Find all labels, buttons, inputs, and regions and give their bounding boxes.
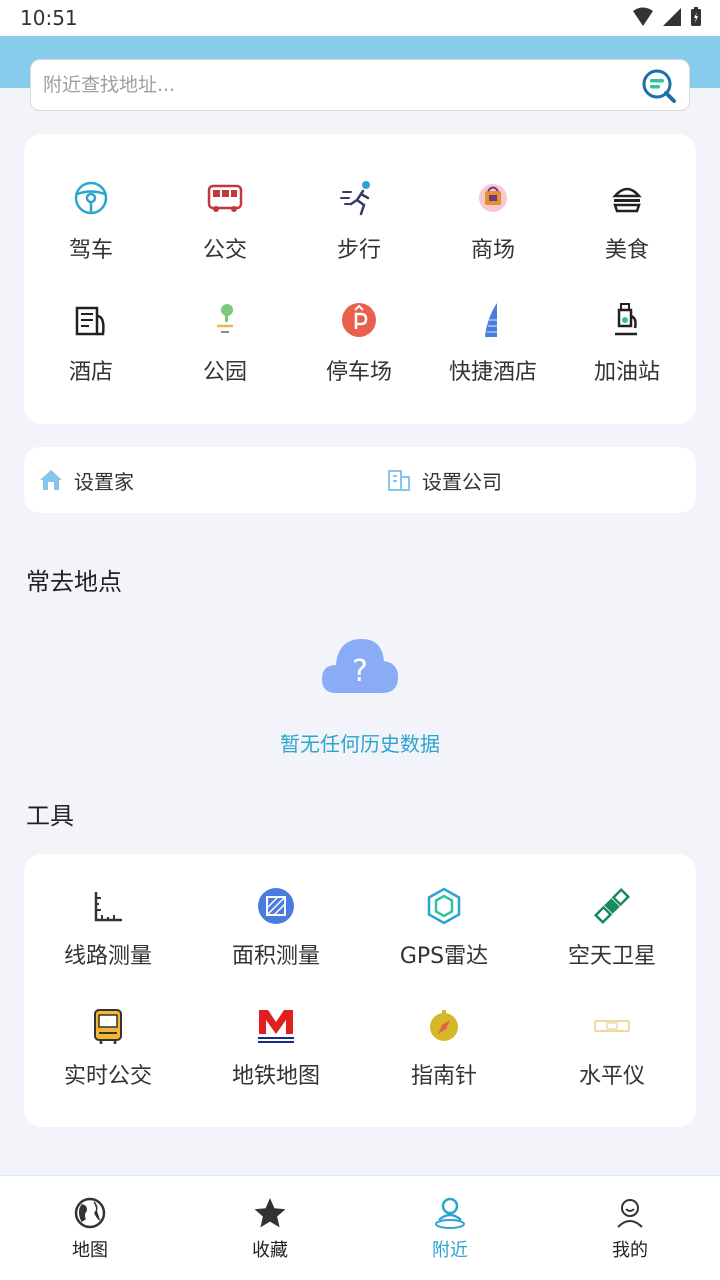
tower-hotel-icon (485, 303, 497, 337)
tool-realtime-bus[interactable]: 实时公交 (24, 1006, 192, 1090)
category-label: 加油站 (593, 360, 660, 385)
category-hotel[interactable]: 酒店 (24, 300, 158, 386)
set-home-button[interactable]: 设置家 (38, 447, 134, 513)
tool-label: 指南针 (410, 1064, 477, 1089)
set-home-label: 设置家 (74, 469, 134, 494)
gas-station-icon (615, 303, 637, 336)
category-label: 商场 (470, 238, 515, 263)
category-label: 停车场 (325, 360, 392, 385)
realtime-bus-icon (94, 1009, 122, 1044)
nav-map[interactable]: 地图 (0, 1176, 180, 1280)
bus-icon (207, 184, 243, 212)
tool-route-measure[interactable]: 线路测量 (24, 886, 192, 970)
nav-nearby[interactable]: 附近 (360, 1176, 540, 1280)
star-icon (254, 1198, 286, 1228)
category-express-hotel[interactable]: 快捷酒店 (426, 300, 560, 386)
category-label: 公园 (202, 360, 247, 385)
empty-cloud-icon: ? (322, 639, 398, 693)
park-icon (217, 304, 233, 333)
category-gas-station[interactable]: 加油站 (560, 300, 694, 386)
tool-area-measure[interactable]: 面积测量 (192, 886, 360, 970)
area-measure-icon (258, 888, 294, 924)
walking-icon (340, 181, 370, 216)
hotel-icon (75, 306, 105, 336)
category-label: 驾车 (68, 238, 113, 263)
profile-icon (617, 1199, 643, 1228)
frequent-places-title: 常去地点 (26, 568, 122, 596)
tools-title: 工具 (26, 802, 74, 830)
category-label: 酒店 (68, 360, 113, 385)
wifi-icon (633, 7, 653, 26)
search-input[interactable] (43, 60, 633, 109)
tool-label: 面积测量 (231, 944, 320, 969)
tool-gps-radar[interactable]: GPS雷达 (360, 886, 528, 970)
tool-label: 实时公交 (63, 1064, 152, 1089)
category-label: 美食 (604, 238, 649, 263)
tool-label: GPS雷达 (399, 944, 489, 969)
nav-favorites[interactable]: 收藏 (180, 1176, 360, 1280)
category-label: 步行 (336, 238, 381, 263)
tool-satellite[interactable]: 空天卫星 (528, 886, 696, 970)
gps-radar-icon (427, 887, 461, 925)
tool-label: 线路测量 (63, 944, 152, 969)
tool-label: 地铁地图 (231, 1064, 320, 1089)
set-company-label: 设置公司 (422, 469, 502, 494)
status-time: 10:51 (20, 6, 78, 30)
nav-label: 附近 (432, 1240, 468, 1261)
nav-profile[interactable]: 我的 (540, 1176, 720, 1280)
status-bar: 10:51 (0, 0, 720, 36)
burger-icon (612, 187, 642, 213)
tool-metro-map[interactable]: 地铁地图 (192, 1006, 360, 1090)
ruler-icon (94, 892, 122, 922)
compass-icon (430, 1010, 458, 1041)
tool-level[interactable]: 水平仪 (528, 1006, 696, 1090)
category-shopping[interactable]: 商场 (426, 178, 560, 264)
home-icon (40, 470, 62, 490)
tool-compass[interactable]: 指南针 (360, 1006, 528, 1090)
category-food[interactable]: 美食 (560, 178, 694, 264)
nearby-icon (435, 1197, 465, 1229)
search-icon[interactable] (641, 68, 677, 104)
satellite-icon (593, 887, 631, 925)
category-label: 公交 (202, 238, 247, 263)
category-walking[interactable]: 步行 (292, 178, 426, 264)
signal-icon (663, 8, 681, 26)
battery-icon (691, 7, 701, 26)
shopping-icon (479, 184, 507, 212)
nav-label: 收藏 (252, 1240, 288, 1261)
metro-icon (258, 1010, 294, 1043)
level-icon (594, 1020, 630, 1032)
category-card: 驾车 公交 步行 商场 美食 酒店 公园 停车场 快捷酒店 加油站 (24, 134, 696, 424)
tool-label: 水平仪 (578, 1064, 645, 1089)
parking-icon (342, 303, 376, 337)
empty-history-text: 暂无任何历史数据 (280, 732, 440, 756)
category-parking[interactable]: 停车场 (292, 300, 426, 386)
steering-wheel-icon (74, 181, 108, 215)
set-company-button[interactable]: 设置公司 (386, 447, 502, 513)
globe-icon (74, 1197, 106, 1229)
nav-label: 我的 (612, 1240, 648, 1261)
search-bar[interactable] (30, 59, 690, 111)
category-bus[interactable]: 公交 (158, 178, 292, 264)
bottom-nav: 地图 收藏 附近 我的 (0, 1175, 720, 1280)
tool-label: 空天卫星 (567, 944, 656, 969)
svg-text:?: ? (352, 654, 368, 689)
tools-card: 线路测量 面积测量 GPS雷达 空天卫星 实时公交 地铁地图 指南针 水平仪 (24, 854, 696, 1127)
category-label: 快捷酒店 (448, 360, 537, 385)
nav-label: 地图 (72, 1240, 108, 1261)
quick-places-card: 设置家 设置公司 (24, 447, 696, 513)
category-park[interactable]: 公园 (158, 300, 292, 386)
category-driving[interactable]: 驾车 (24, 178, 158, 264)
company-icon (388, 470, 410, 491)
status-icons (632, 7, 702, 27)
